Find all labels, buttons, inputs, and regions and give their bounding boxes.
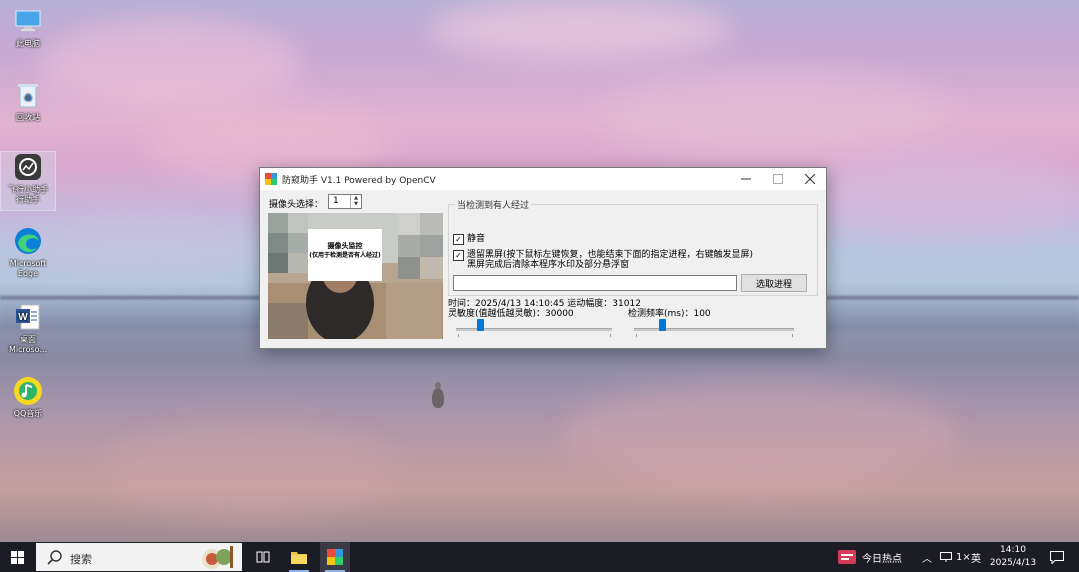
- taskbar-clock[interactable]: 14:10 2025/4/13: [983, 544, 1043, 570]
- app-title-icon: [265, 173, 277, 185]
- computer-icon: [13, 6, 43, 36]
- desktop-icon-label: 回收站: [16, 113, 40, 122]
- taskbar: 搜索 今日热点 ︿ 1× 英 14:10 2025/4/13: [0, 542, 1079, 572]
- search-icon: [47, 550, 62, 565]
- news-label: 今日热点: [862, 553, 902, 565]
- checkbox-box[interactable]: ✓: [453, 250, 464, 261]
- preview-sign-line1: 摄像头监控: [327, 242, 363, 250]
- minimize-icon: [741, 178, 751, 180]
- frequency-label: 检测频率(ms)：100: [628, 309, 711, 319]
- chevron-up-icon: ︿: [922, 553, 932, 565]
- minimize-button[interactable]: [730, 168, 762, 190]
- app-taskbar-icon: [327, 549, 343, 565]
- slider-tick: [636, 334, 637, 337]
- camera-preview: 摄像头监控 (仅用于检测是否有人经过): [268, 213, 443, 339]
- news-widget[interactable]: 今日热点: [838, 542, 902, 572]
- qq-music-icon: [13, 376, 43, 406]
- folder-icon: [291, 552, 307, 564]
- word-icon: W: [13, 302, 43, 332]
- close-button[interactable]: [794, 168, 826, 190]
- camera-select-spinner[interactable]: 1 ▲ ▼: [328, 194, 362, 209]
- maximize-icon: [773, 174, 783, 184]
- task-view-button[interactable]: [248, 542, 278, 572]
- news-icon: [838, 550, 856, 564]
- search-placeholder: 搜索: [70, 553, 92, 566]
- notification-button[interactable]: [1050, 542, 1064, 572]
- recycle-bin-icon: ♻: [13, 80, 43, 110]
- slider-tick: [792, 334, 793, 337]
- file-explorer-button[interactable]: [284, 542, 314, 572]
- desktop-icon-label: 此电脑: [16, 39, 40, 48]
- preview-sign-line2: (仅用于检测是否有人经过): [309, 252, 381, 259]
- group-title: 当检测到有人经过: [455, 198, 532, 211]
- blackscreen-checkbox[interactable]: ✓ 遗留黑屏(按下鼠标左键恢复，也能结束下面的指定进程，右键触发显屏) 黑屏完成…: [453, 250, 813, 270]
- clock-time: 14:10: [1000, 545, 1026, 555]
- window-title: 防窥助手 V1.1 Powered by OpenCV: [282, 175, 436, 186]
- app-icon: [13, 152, 43, 182]
- spinner-arrows[interactable]: ▲ ▼: [350, 195, 361, 208]
- svg-text:W: W: [18, 312, 28, 323]
- desktop-icon-label: Microsoft Edge: [9, 259, 47, 278]
- network-icon: [940, 552, 952, 562]
- app-taskbar-button[interactable]: [320, 542, 350, 572]
- show-hidden-icons[interactable]: ︿: [922, 542, 932, 572]
- svg-text:♻: ♻: [24, 94, 32, 104]
- desktop-icon-edge[interactable]: Microsoft Edge: [1, 226, 55, 279]
- process-path-input[interactable]: [453, 275, 737, 291]
- windows-icon: [10, 550, 24, 564]
- mute-checkbox[interactable]: ✓ 静音: [453, 234, 485, 245]
- desktop-icon-label: 飞行小助手 行助手: [8, 185, 48, 204]
- desktop-icon-this-pc[interactable]: 此电脑: [1, 6, 55, 49]
- app-window: 防窥助手 V1.1 Powered by OpenCV 摄像头选择： 1 ▲▼: [259, 167, 827, 349]
- camera-select-value: 1: [333, 196, 339, 206]
- search-highlight-image: [202, 546, 233, 569]
- seagull: [432, 382, 444, 408]
- blackscreen-label: 遗留黑屏(按下鼠标左键恢复，也能结束下面的指定进程，右键触发显屏) 黑屏完成后清…: [467, 250, 754, 270]
- camera-select-label: 摄像头选择：: [269, 200, 324, 210]
- desktop-icon-word-doc[interactable]: W 桌面 Microso...: [1, 302, 55, 355]
- sensitivity-label: 灵敏度(值越低越灵敏)：30000: [448, 309, 574, 319]
- input-language-button[interactable]: 英: [971, 542, 981, 572]
- edge-icon: [13, 226, 43, 256]
- slider-track[interactable]: [634, 328, 794, 331]
- notification-icon: [1050, 550, 1064, 564]
- network-button[interactable]: [940, 542, 952, 572]
- desktop-icon-recycle-bin[interactable]: ♻ 回收站: [1, 80, 55, 123]
- desktop-icon-label: QQ音乐: [13, 409, 43, 418]
- desktop-icon-qq-music[interactable]: QQ音乐: [1, 376, 55, 419]
- desktop-icon-label: 桌面 Microso...: [8, 335, 48, 354]
- mute-label: 静音: [467, 234, 486, 244]
- window-titlebar[interactable]: 防窥助手 V1.1 Powered by OpenCV: [260, 168, 826, 190]
- volume-label: 1×: [956, 551, 971, 563]
- maximize-button[interactable]: [762, 168, 794, 190]
- start-button[interactable]: [0, 542, 34, 572]
- desktop-icon-helper-app[interactable]: 飞行小助手 行助手: [0, 151, 56, 211]
- slider-thumb[interactable]: [659, 319, 666, 331]
- slider-thumb[interactable]: [477, 319, 484, 331]
- checkbox-box[interactable]: ✓: [453, 234, 464, 245]
- language-label: 英: [971, 553, 981, 565]
- clock-date: 2025/4/13: [989, 558, 1037, 568]
- taskbar-search-box[interactable]: 搜索: [36, 543, 242, 571]
- slider-tick: [610, 334, 611, 337]
- close-icon: [805, 174, 815, 184]
- slider-tick: [458, 334, 459, 337]
- select-process-button[interactable]: 选取进程: [741, 274, 807, 292]
- task-view-icon: [256, 551, 270, 563]
- volume-button[interactable]: 1×: [956, 542, 971, 572]
